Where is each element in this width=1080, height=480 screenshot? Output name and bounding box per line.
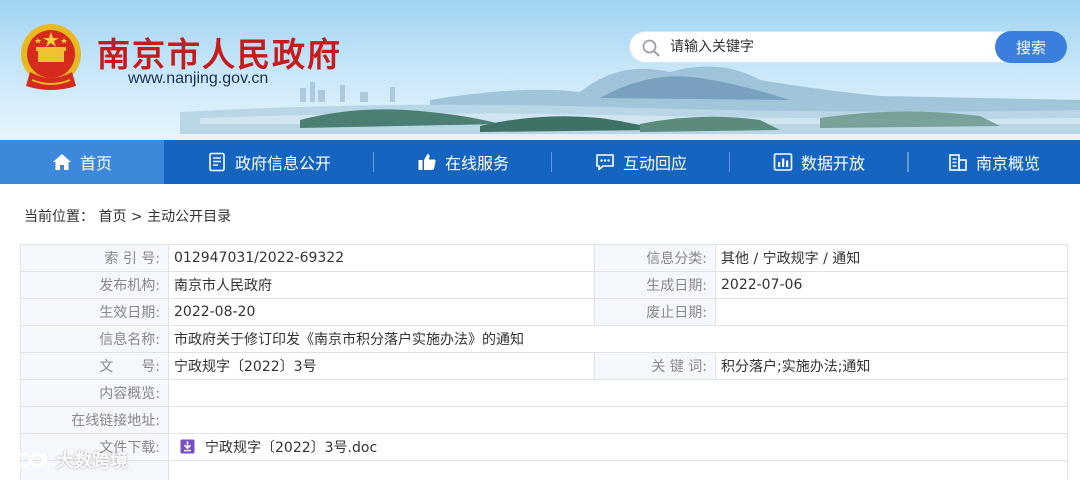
online-link-value: [168, 406, 1068, 434]
breadcrumb: 当前位置： 首页 > 主动公开目录: [24, 206, 231, 226]
site-title[interactable]: 南京市人民政府: [97, 28, 342, 76]
header-banner: 南京市人民政府 www.nanjing.gov.cn 搜索: [0, 0, 1080, 140]
search-button[interactable]: 搜索: [995, 31, 1067, 63]
category-label: 信息分类:: [594, 244, 716, 272]
search-box: 搜索: [629, 31, 1067, 63]
nav-item-government-info[interactable]: 政府信息公开: [164, 140, 374, 184]
effective-date-label: 生效日期:: [20, 298, 169, 326]
file-download-link[interactable]: 宁政规字〔2022〕3号.doc: [205, 440, 377, 456]
table-filler-cell: [168, 460, 1068, 480]
table-row: 在线链接地址:: [20, 406, 1068, 434]
table-row: 文 号: 宁政规字〔2022〕3号 关 键 词: 积分落户;实施办法;通知: [20, 352, 1068, 380]
nav-item-label: 政府信息公开: [234, 154, 331, 173]
download-icon[interactable]: [180, 439, 195, 454]
table-row: 生效日期: 2022-08-20 废止日期:: [20, 298, 1068, 326]
keywords-value: 积分落户;实施办法;通知: [715, 352, 1068, 380]
breadcrumb-current-link[interactable]: 主动公开目录: [147, 209, 231, 225]
nav-item-home[interactable]: 首页: [0, 140, 164, 184]
building-icon: [949, 154, 967, 171]
doc-number-value: 宁政规字〔2022〕3号: [168, 352, 595, 380]
table-row: 信息名称: 市政府关于修订印发《南京市积分落户实施办法》的通知: [20, 325, 1068, 353]
table-row: 内容概览:: [20, 379, 1068, 407]
nav-item-label: 首页: [79, 154, 112, 173]
breadcrumb-home-link[interactable]: 首页: [98, 209, 126, 225]
effective-date-value: 2022-08-20: [168, 298, 595, 326]
document-icon: [209, 152, 225, 172]
search-icon: [642, 39, 660, 57]
watermark-text: 大数跨境: [56, 451, 128, 472]
nav-item-interaction[interactable]: 互动回应: [552, 140, 730, 184]
nav-divider: [908, 152, 909, 172]
publisher-label: 发布机构:: [20, 271, 169, 299]
table-row: 文件下载: 宁政规字〔2022〕3号.doc: [20, 433, 1068, 461]
nav-item-nanjing-overview[interactable]: 南京概览: [908, 140, 1080, 184]
publisher-value: 南京市人民政府: [168, 271, 595, 299]
created-date-value: 2022-07-06: [715, 271, 1068, 299]
nav-item-label: 在线服务: [444, 154, 509, 173]
breadcrumb-separator: >: [130, 209, 143, 225]
expiry-date-value: [715, 298, 1068, 326]
nav-item-label: 数据开放: [800, 154, 865, 173]
expiry-date-label: 废止日期:: [594, 298, 716, 326]
nav-item-label: 南京概览: [975, 154, 1040, 173]
bar-chart-icon: [773, 153, 793, 171]
table-row: 发布机构: 南京市人民政府 生成日期: 2022-07-06: [20, 271, 1068, 299]
summary-label: 内容概览:: [20, 379, 169, 407]
search-input[interactable]: [670, 36, 990, 58]
table-row: 索 引 号: 012947031/2022-69322 信息分类: 其他 / 宁…: [20, 244, 1068, 272]
doc-number-label: 文 号:: [20, 352, 169, 380]
created-date-label: 生成日期:: [594, 271, 716, 299]
national-emblem-icon: [21, 24, 81, 90]
summary-value: [168, 379, 1068, 407]
watermark: 大数跨境: [10, 446, 128, 474]
table-row: [20, 460, 1068, 480]
site-url[interactable]: www.nanjing.gov.cn: [128, 70, 268, 88]
info-title-value: 市政府关于修订印发《南京市积分落户实施办法》的通知: [168, 325, 1068, 353]
main-nav: 首页 政府信息公开 在线服务 互动回应 数据开放 南京概览: [0, 140, 1080, 184]
breadcrumb-prefix: 当前位置：: [24, 209, 94, 225]
keywords-label: 关 键 词:: [594, 352, 716, 380]
chat-icon: [596, 154, 614, 171]
nav-item-open-data[interactable]: 数据开放: [730, 140, 908, 184]
thumbs-up-icon: [418, 154, 436, 170]
file-download-cell: 宁政规字〔2022〕3号.doc: [168, 433, 1068, 461]
watermark-logo-icon: [12, 451, 48, 470]
nav-item-online-service[interactable]: 在线服务: [374, 140, 552, 184]
online-link-label: 在线链接地址:: [20, 406, 169, 434]
info-title-label: 信息名称:: [20, 325, 169, 353]
home-icon: [52, 154, 71, 170]
nav-item-label: 互动回应: [622, 154, 687, 173]
index-no-value: 012947031/2022-69322: [168, 244, 595, 272]
category-value: 其他 / 宁政规字 / 通知: [715, 244, 1068, 272]
index-no-label: 索 引 号:: [20, 244, 169, 272]
document-info-table: 索 引 号: 012947031/2022-69322 信息分类: 其他 / 宁…: [20, 244, 1068, 480]
